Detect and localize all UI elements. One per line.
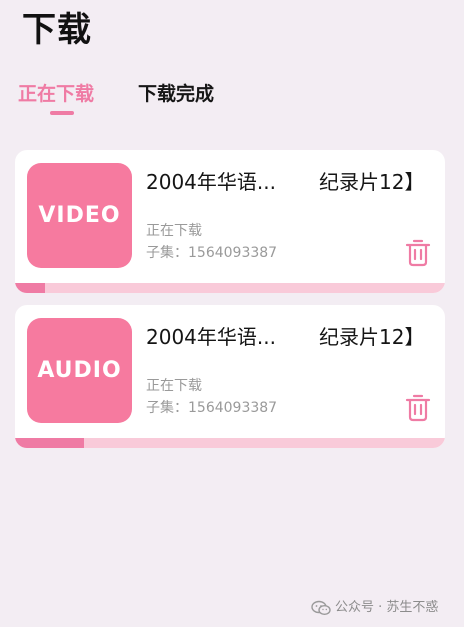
episode-id: 子集：1564093387 bbox=[146, 400, 278, 416]
video-thumbnail: VIDEO bbox=[27, 163, 132, 268]
audio-thumbnail: AUDIO bbox=[27, 318, 132, 423]
download-status: 正在下载 bbox=[146, 378, 202, 394]
download-progress-bar bbox=[15, 283, 445, 293]
download-item[interactable]: AUDIO 2004年华语... 纪录片12】 正在下载 子集：15640933… bbox=[15, 305, 445, 448]
download-progress-fill bbox=[15, 283, 46, 293]
download-progress-bar bbox=[15, 438, 445, 448]
download-title-start: 2004年华语... bbox=[146, 170, 276, 194]
active-tab-indicator bbox=[50, 111, 74, 115]
download-page: { "page": { "title": "下载" }, "tabs": [ {… bbox=[0, 0, 464, 627]
wechat-icon bbox=[311, 600, 331, 616]
download-item[interactable]: VIDEO 2004年华语... 纪录片12】 正在下载 子集：15640933… bbox=[15, 150, 445, 293]
tab-completed[interactable]: 下载完成 bbox=[138, 80, 214, 108]
watermark-text: 公众号 · 苏生不惑 bbox=[335, 600, 439, 615]
download-title-end: 纪录片12】 bbox=[319, 170, 425, 194]
download-title-start: 2004年华语... bbox=[146, 325, 276, 349]
download-title-end: 纪录片12】 bbox=[319, 325, 425, 349]
download-progress-fill bbox=[15, 438, 84, 448]
trash-icon[interactable] bbox=[404, 393, 432, 423]
trash-icon[interactable] bbox=[404, 238, 432, 268]
episode-id: 子集：1564093387 bbox=[146, 245, 278, 261]
tab-downloading[interactable]: 正在下载 bbox=[18, 80, 94, 108]
download-status: 正在下载 bbox=[146, 223, 202, 239]
page-title: 下载 bbox=[22, 10, 92, 50]
